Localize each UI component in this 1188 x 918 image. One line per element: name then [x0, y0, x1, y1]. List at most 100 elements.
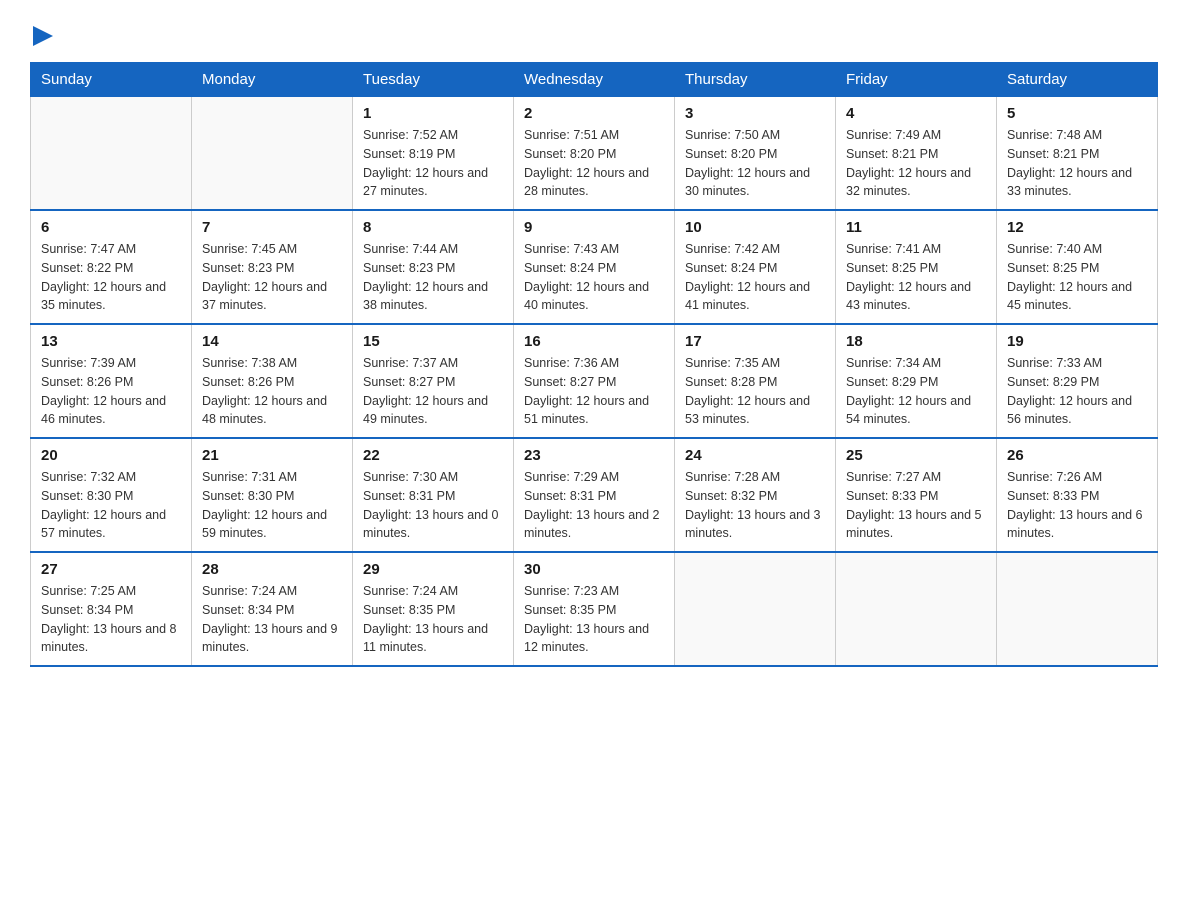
day-info: Sunrise: 7:44 AM Sunset: 8:23 PM Dayligh…: [363, 240, 503, 315]
calendar-cell: 9 Sunrise: 7:43 AM Sunset: 8:24 PM Daylig…: [514, 210, 675, 324]
calendar-week-row: 27 Sunrise: 7:25 AM Sunset: 8:34 PM Dayli…: [31, 552, 1158, 666]
header-wednesday: Wednesday: [514, 63, 675, 97]
calendar-cell: 4 Sunrise: 7:49 AM Sunset: 8:21 PM Daylig…: [836, 97, 997, 211]
calendar-header-row: SundayMondayTuesdayWednesdayThursdayFrid…: [31, 63, 1158, 97]
header-thursday: Thursday: [675, 63, 836, 97]
day-number: 11: [846, 219, 986, 236]
day-number: 23: [524, 447, 664, 464]
logo-arrow-icon: [33, 26, 53, 46]
day-number: 8: [363, 219, 503, 236]
header-friday: Friday: [836, 63, 997, 97]
calendar-cell: 19 Sunrise: 7:33 AM Sunset: 8:29 PM Dayli…: [997, 324, 1158, 438]
day-info: Sunrise: 7:42 AM Sunset: 8:24 PM Dayligh…: [685, 240, 825, 315]
calendar-cell: 7 Sunrise: 7:45 AM Sunset: 8:23 PM Daylig…: [192, 210, 353, 324]
calendar-week-row: 20 Sunrise: 7:32 AM Sunset: 8:30 PM Dayli…: [31, 438, 1158, 552]
day-number: 24: [685, 447, 825, 464]
day-info: Sunrise: 7:34 AM Sunset: 8:29 PM Dayligh…: [846, 354, 986, 429]
day-number: 20: [41, 447, 181, 464]
calendar-cell: 29Sunrise: 7:24 AM Sunset: 8:35 PM Dayli…: [353, 552, 514, 666]
header-saturday: Saturday: [997, 63, 1158, 97]
day-info: Sunrise: 7:48 AM Sunset: 8:21 PM Dayligh…: [1007, 126, 1147, 201]
logo: [30, 20, 53, 42]
calendar-cell: 15 Sunrise: 7:37 AM Sunset: 8:27 PM Dayli…: [353, 324, 514, 438]
day-info: Sunrise: 7:31 AM Sunset: 8:30 PM Dayligh…: [202, 468, 342, 543]
day-info: Sunrise: 7:47 AM Sunset: 8:22 PM Dayligh…: [41, 240, 181, 315]
calendar-cell: 30Sunrise: 7:23 AM Sunset: 8:35 PM Dayli…: [514, 552, 675, 666]
day-info: Sunrise: 7:37 AM Sunset: 8:27 PM Dayligh…: [363, 354, 503, 429]
day-number: 7: [202, 219, 342, 236]
day-info: Sunrise: 7:25 AM Sunset: 8:34 PM Dayligh…: [41, 582, 181, 657]
page-header: [30, 20, 1158, 42]
day-info: Sunrise: 7:49 AM Sunset: 8:21 PM Dayligh…: [846, 126, 986, 201]
calendar-table: SundayMondayTuesdayWednesdayThursdayFrid…: [30, 62, 1158, 667]
day-info: Sunrise: 7:27 AM Sunset: 8:33 PM Dayligh…: [846, 468, 986, 543]
calendar-cell: [192, 97, 353, 211]
day-info: Sunrise: 7:40 AM Sunset: 8:25 PM Dayligh…: [1007, 240, 1147, 315]
header-monday: Monday: [192, 63, 353, 97]
day-number: 9: [524, 219, 664, 236]
day-info: Sunrise: 7:43 AM Sunset: 8:24 PM Dayligh…: [524, 240, 664, 315]
calendar-cell: 26Sunrise: 7:26 AM Sunset: 8:33 PM Dayli…: [997, 438, 1158, 552]
day-number: 1: [363, 105, 503, 122]
calendar-week-row: 6 Sunrise: 7:47 AM Sunset: 8:22 PM Daylig…: [31, 210, 1158, 324]
day-number: 13: [41, 333, 181, 350]
day-number: 10: [685, 219, 825, 236]
day-number: 4: [846, 105, 986, 122]
day-number: 3: [685, 105, 825, 122]
day-number: 16: [524, 333, 664, 350]
day-info: Sunrise: 7:51 AM Sunset: 8:20 PM Dayligh…: [524, 126, 664, 201]
day-info: Sunrise: 7:28 AM Sunset: 8:32 PM Dayligh…: [685, 468, 825, 543]
day-number: 14: [202, 333, 342, 350]
calendar-cell: 27 Sunrise: 7:25 AM Sunset: 8:34 PM Dayli…: [31, 552, 192, 666]
calendar-cell: [675, 552, 836, 666]
day-info: Sunrise: 7:30 AM Sunset: 8:31 PM Dayligh…: [363, 468, 503, 543]
calendar-cell: 23 Sunrise: 7:29 AM Sunset: 8:31 PM Dayli…: [514, 438, 675, 552]
calendar-cell: 11 Sunrise: 7:41 AM Sunset: 8:25 PM Dayli…: [836, 210, 997, 324]
day-number: 18: [846, 333, 986, 350]
calendar-cell: 2 Sunrise: 7:51 AM Sunset: 8:20 PM Daylig…: [514, 97, 675, 211]
day-info: Sunrise: 7:36 AM Sunset: 8:27 PM Dayligh…: [524, 354, 664, 429]
calendar-cell: 12Sunrise: 7:40 AM Sunset: 8:25 PM Dayli…: [997, 210, 1158, 324]
day-info: Sunrise: 7:35 AM Sunset: 8:28 PM Dayligh…: [685, 354, 825, 429]
calendar-cell: 14Sunrise: 7:38 AM Sunset: 8:26 PM Dayli…: [192, 324, 353, 438]
calendar-week-row: 13Sunrise: 7:39 AM Sunset: 8:26 PM Dayli…: [31, 324, 1158, 438]
calendar-cell: 17 Sunrise: 7:35 AM Sunset: 8:28 PM Dayli…: [675, 324, 836, 438]
calendar-cell: 22 Sunrise: 7:30 AM Sunset: 8:31 PM Dayli…: [353, 438, 514, 552]
calendar-cell: 10 Sunrise: 7:42 AM Sunset: 8:24 PM Dayli…: [675, 210, 836, 324]
calendar-cell: 25 Sunrise: 7:27 AM Sunset: 8:33 PM Dayli…: [836, 438, 997, 552]
day-number: 19: [1007, 333, 1147, 350]
day-number: 22: [363, 447, 503, 464]
calendar-cell: [836, 552, 997, 666]
day-number: 29: [363, 561, 503, 578]
day-number: 17: [685, 333, 825, 350]
day-number: 25: [846, 447, 986, 464]
day-number: 28: [202, 561, 342, 578]
day-info: Sunrise: 7:41 AM Sunset: 8:25 PM Dayligh…: [846, 240, 986, 315]
day-number: 6: [41, 219, 181, 236]
day-number: 15: [363, 333, 503, 350]
day-info: Sunrise: 7:24 AM Sunset: 8:34 PM Dayligh…: [202, 582, 342, 657]
calendar-cell: 21 Sunrise: 7:31 AM Sunset: 8:30 PM Dayli…: [192, 438, 353, 552]
calendar-cell: 1 Sunrise: 7:52 AM Sunset: 8:19 PM Daylig…: [353, 97, 514, 211]
day-info: Sunrise: 7:50 AM Sunset: 8:20 PM Dayligh…: [685, 126, 825, 201]
calendar-cell: 13Sunrise: 7:39 AM Sunset: 8:26 PM Dayli…: [31, 324, 192, 438]
calendar-week-row: 1 Sunrise: 7:52 AM Sunset: 8:19 PM Daylig…: [31, 97, 1158, 211]
calendar-cell: 28 Sunrise: 7:24 AM Sunset: 8:34 PM Dayli…: [192, 552, 353, 666]
calendar-cell: 6 Sunrise: 7:47 AM Sunset: 8:22 PM Daylig…: [31, 210, 192, 324]
day-number: 21: [202, 447, 342, 464]
day-info: Sunrise: 7:29 AM Sunset: 8:31 PM Dayligh…: [524, 468, 664, 543]
day-info: Sunrise: 7:32 AM Sunset: 8:30 PM Dayligh…: [41, 468, 181, 543]
day-info: Sunrise: 7:52 AM Sunset: 8:19 PM Dayligh…: [363, 126, 503, 201]
calendar-cell: 18 Sunrise: 7:34 AM Sunset: 8:29 PM Dayli…: [836, 324, 997, 438]
day-number: 27: [41, 561, 181, 578]
calendar-cell: 3 Sunrise: 7:50 AM Sunset: 8:20 PM Daylig…: [675, 97, 836, 211]
day-info: Sunrise: 7:33 AM Sunset: 8:29 PM Dayligh…: [1007, 354, 1147, 429]
calendar-cell: [31, 97, 192, 211]
day-number: 5: [1007, 105, 1147, 122]
day-number: 2: [524, 105, 664, 122]
day-info: Sunrise: 7:45 AM Sunset: 8:23 PM Dayligh…: [202, 240, 342, 315]
calendar-cell: 5 Sunrise: 7:48 AM Sunset: 8:21 PM Daylig…: [997, 97, 1158, 211]
calendar-cell: 16 Sunrise: 7:36 AM Sunset: 8:27 PM Dayli…: [514, 324, 675, 438]
calendar-cell: 20 Sunrise: 7:32 AM Sunset: 8:30 PM Dayli…: [31, 438, 192, 552]
day-info: Sunrise: 7:26 AM Sunset: 8:33 PM Dayligh…: [1007, 468, 1147, 543]
